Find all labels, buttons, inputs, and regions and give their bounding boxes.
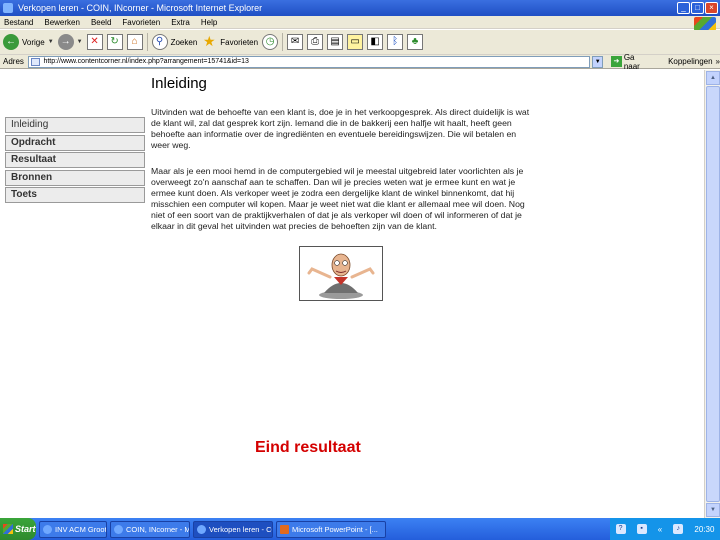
volume-icon[interactable]: ♪ xyxy=(673,524,684,534)
stop-icon[interactable]: ✕ xyxy=(86,34,103,50)
taskbar-item-label: COIN, INcorner - Micros xyxy=(126,524,190,534)
taskbar-item[interactable]: COIN, INcorner - Micros xyxy=(110,520,190,538)
back-label: Vorige xyxy=(22,37,45,47)
page-title: Inleiding xyxy=(151,75,207,92)
ie-app-icon xyxy=(3,3,13,13)
go-label: Ga naar xyxy=(623,52,640,71)
search-button[interactable]: ⚲ Zoeken xyxy=(151,34,198,50)
search-icon: ⚲ xyxy=(151,34,168,50)
window-controls: _ □ × xyxy=(677,2,718,14)
thinking-man-illustration xyxy=(299,246,383,301)
start-button[interactable]: Start xyxy=(0,518,36,540)
back-button[interactable]: ← Vorige ▼ xyxy=(3,34,54,50)
address-dropdown-icon[interactable]: ▼ xyxy=(592,55,604,68)
vertical-scrollbar[interactable]: ▲ ▼ xyxy=(704,70,720,518)
ie-icon xyxy=(114,524,123,534)
edit-icon[interactable]: ▤ xyxy=(327,34,344,50)
body-paragraph: Maar als je een mooi hemd in de computer… xyxy=(151,166,525,231)
dropdown-arrow-icon: ▼ xyxy=(76,39,83,45)
address-url: http://www.contentcorner.nl/index.php?ar… xyxy=(43,58,249,65)
window-titlebar: Verkopen leren - COIN, INcorner - Micros… xyxy=(0,0,720,16)
taskbar-item[interactable]: Microsoft PowerPoint - [... xyxy=(276,520,386,538)
search-label: Zoeken xyxy=(170,37,198,47)
page-content: Inleiding Inleiding Opdracht Resultaat B… xyxy=(0,70,720,518)
minimize-button[interactable]: _ xyxy=(677,2,690,14)
dropdown-arrow-icon: ▼ xyxy=(47,39,54,45)
windows-logo-icon xyxy=(694,17,716,31)
menu-bar: Bestand Bewerken Beeld Favorieten Extra … xyxy=(0,16,720,29)
notes-icon[interactable]: ▭ xyxy=(347,34,364,50)
taskbar-item-active[interactable]: Verkopen leren - COIN xyxy=(193,520,273,538)
scroll-thumb[interactable] xyxy=(706,86,720,502)
favorites-button[interactable]: ★ Favorieten xyxy=(201,34,258,50)
refresh-icon[interactable]: ↻ xyxy=(106,34,123,50)
page-nav: Inleiding Opdracht Resultaat Bronnen Toe… xyxy=(5,117,145,205)
favorites-star-icon: ★ xyxy=(203,33,216,49)
powerpoint-icon xyxy=(280,524,289,534)
end-result-label: Eind resultaat xyxy=(255,439,361,456)
menu-favorites[interactable]: Favorieten xyxy=(122,18,160,27)
menu-help[interactable]: Help xyxy=(201,18,217,27)
mail-icon[interactable]: ✉ xyxy=(287,34,304,50)
history-icon[interactable]: ◷ xyxy=(262,34,279,50)
forward-arrow-icon: → xyxy=(57,34,74,50)
menu-edit[interactable]: Bewerken xyxy=(44,18,80,27)
print-icon[interactable]: ⎙ xyxy=(307,34,324,50)
research-icon[interactable]: ◧ xyxy=(367,34,384,50)
back-arrow-icon: ← xyxy=(3,34,19,50)
nav-item-opdracht[interactable]: Opdracht xyxy=(5,134,145,151)
taskbar-item-label: Microsoft PowerPoint - [... xyxy=(292,524,378,534)
start-label: Start xyxy=(15,524,36,534)
ie-icon xyxy=(197,524,206,534)
page-icon xyxy=(31,57,41,66)
intro-paragraph: Uitvinden wat de behoefte van een klant … xyxy=(151,107,530,150)
home-icon[interactable]: ⌂ xyxy=(126,34,143,50)
address-bar: Adres http://www.contentcorner.nl/index.… xyxy=(0,53,720,71)
taskbar-item-label: INV ACM Groot - Microsoft xyxy=(55,524,107,534)
network-icon[interactable]: ▪ xyxy=(636,524,647,534)
ie-icon xyxy=(43,524,52,534)
links-label[interactable]: Koppelingen xyxy=(668,57,712,66)
system-tray: ? ▪ « ♪ 20:30 xyxy=(610,518,720,540)
taskbar-item-label: Verkopen leren - COIN xyxy=(209,524,272,534)
address-label: Adres xyxy=(3,57,24,66)
scroll-down-icon[interactable]: ▼ xyxy=(706,503,720,517)
favorites-label: Favorieten xyxy=(220,37,259,47)
menu-file[interactable]: Bestand xyxy=(4,18,33,27)
window-title: Verkopen leren - COIN, INcorner - Micros… xyxy=(18,3,263,13)
chevron-right-icon[interactable]: » xyxy=(716,57,720,66)
close-button[interactable]: × xyxy=(705,2,718,14)
tray-expand-icon[interactable]: « xyxy=(658,525,662,534)
maximize-button[interactable]: □ xyxy=(691,2,704,14)
taskbar: Start INV ACM Groot - Microsoft COIN, IN… xyxy=(0,518,720,540)
nav-item-resultaat[interactable]: Resultaat xyxy=(5,152,145,168)
windows-logo-icon xyxy=(3,524,13,534)
toolbar-separator xyxy=(282,33,284,51)
nav-item-toets[interactable]: Toets xyxy=(5,187,145,203)
bluetooth-icon[interactable]: ᛒ xyxy=(387,34,404,50)
menu-view[interactable]: Beeld xyxy=(91,18,111,27)
help-icon[interactable]: ? xyxy=(615,524,626,534)
menu-tools[interactable]: Extra xyxy=(171,18,190,27)
go-button[interactable]: ➜ Ga naar xyxy=(611,53,652,71)
nav-item-inleiding[interactable]: Inleiding xyxy=(5,117,145,133)
taskbar-item[interactable]: INV ACM Groot - Microsoft xyxy=(39,520,107,538)
toolbar-separator xyxy=(146,33,148,51)
messenger-icon[interactable]: ♣ xyxy=(407,34,424,50)
clock: 20:30 xyxy=(694,524,715,534)
go-arrow-icon: ➜ xyxy=(611,56,622,67)
address-input[interactable]: http://www.contentcorner.nl/index.php?ar… xyxy=(28,55,591,68)
browser-toolbar: ← Vorige ▼ → ▼ ✕ ↻ ⌂ ⚲ Zoeken ★ Favoriet… xyxy=(0,30,720,55)
forward-button[interactable]: → ▼ xyxy=(57,34,83,50)
scroll-up-icon[interactable]: ▲ xyxy=(706,71,720,85)
nav-item-bronnen[interactable]: Bronnen xyxy=(5,169,145,186)
